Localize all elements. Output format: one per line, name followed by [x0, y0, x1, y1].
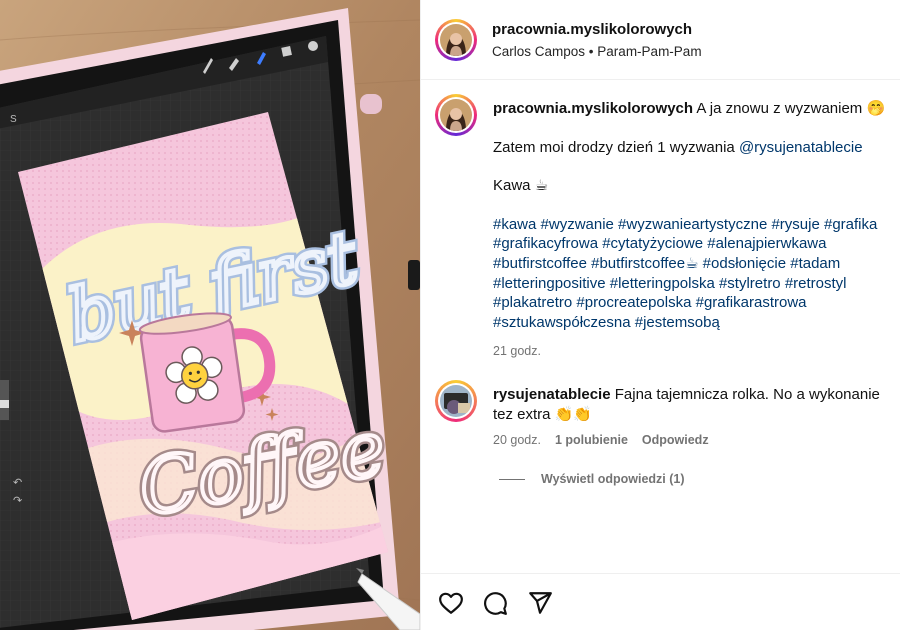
post-caption: pracownia.myslikolorowych A ja znowu z w… [493, 99, 893, 362]
caption-hashtags[interactable]: #kawa #wyzwanie #wyzwanieartystyczne #ry… [493, 215, 893, 333]
author-avatar[interactable] [435, 19, 477, 61]
comment-reply-button[interactable]: Odpowiedz [642, 433, 709, 447]
view-replies-label: Wyświetl odpowiedzi (1) [541, 472, 685, 486]
avatar-image-icon [440, 385, 472, 417]
replies-divider [499, 478, 525, 480]
post-panel: pracownia.myslikolorowych Carlos Campos … [420, 0, 900, 630]
header-username[interactable]: pracownia.myslikolorowych [492, 21, 702, 38]
avatar-image-icon [440, 99, 472, 131]
share-icon[interactable] [527, 590, 553, 616]
svg-text:↶: ↶ [13, 476, 22, 489]
audio-separator: • [588, 44, 594, 59]
commenter-avatar[interactable] [435, 380, 477, 422]
post-header: pracownia.myslikolorowych Carlos Campos … [421, 0, 900, 80]
caption-author-avatar[interactable] [435, 94, 477, 136]
post-media[interactable]: S ↶ ↷ but first but first Coffee Coffee [0, 0, 420, 630]
audio-line: Carlos Campos • Param-Pam-Pam [492, 44, 702, 59]
comment-author[interactable]: rysujenatablecie [493, 386, 611, 403]
caption-line-3: Kawa ☕ [493, 177, 549, 195]
caption-timestamp[interactable]: 21 godz. [493, 342, 893, 362]
svg-text:↷: ↷ [13, 494, 22, 507]
audio-artist[interactable]: Carlos Campos [492, 44, 585, 59]
comment-icon[interactable] [482, 590, 508, 616]
comment-meta: 20 godz. 1 polubienie Odpowiedz [493, 433, 709, 447]
post-actions [421, 573, 900, 630]
caption-line-1: A ja znowu z wyzwaniem 🤭 [696, 100, 886, 117]
media-illustration: S ↶ ↷ but first but first Coffee Coffee [0, 0, 420, 630]
avatar-image-icon [440, 24, 472, 56]
view-replies-button[interactable]: Wyświetl odpowiedzi (1) [499, 472, 685, 486]
caption-line-2: Zatem moi drodzy dzień 1 wyzwania [493, 138, 739, 156]
comment-likes[interactable]: 1 polubienie [555, 433, 628, 447]
audio-title[interactable]: Param-Pam-Pam [597, 44, 701, 59]
heart-icon[interactable] [438, 590, 464, 616]
caption-author[interactable]: pracownia.myslikolorowych [493, 100, 693, 117]
comment: rysujenatablecie Fajna tajemnicza rolka.… [493, 385, 898, 425]
svg-text:S: S [10, 114, 17, 125]
caption-mention-link[interactable]: @rysujenatablecie [739, 139, 863, 156]
comment-timestamp[interactable]: 20 godz. [493, 433, 541, 447]
